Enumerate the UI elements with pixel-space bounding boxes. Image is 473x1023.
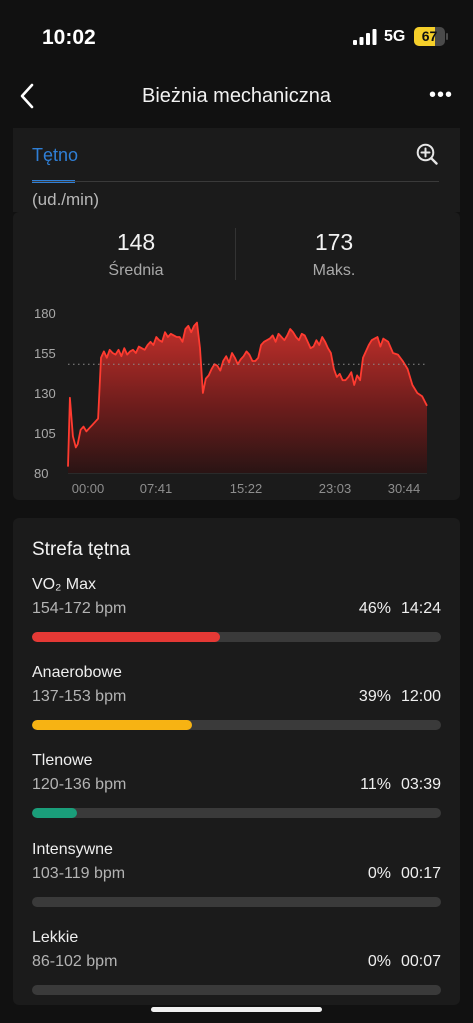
network-type: 5G <box>384 28 406 45</box>
chevron-left-icon[interactable] <box>14 80 44 112</box>
zone-range: 154-172 bpm <box>32 600 127 617</box>
zone-range: 137-153 bpm <box>32 688 127 705</box>
zone-aerobic: Tlenowe 120-136 bpm 11% 03:39 <box>0 752 473 840</box>
zoom-in-icon[interactable] <box>416 143 438 165</box>
zone-percent: 11% <box>360 776 391 793</box>
zone-percent: 39% <box>358 688 391 705</box>
zone-progress-fill <box>32 632 221 642</box>
zone-percent: 0% <box>367 865 391 882</box>
chart-y-tick: 80 <box>34 466 48 481</box>
battery-level: 67 <box>421 28 438 44</box>
max-hr-label: Maks. <box>312 262 356 279</box>
zone-anaerobic: Anaerobowe 137-153 bpm 39% 12:00 <box>0 664 473 752</box>
zone-name: Anaerobowe <box>32 664 122 681</box>
zone-progress-track <box>32 632 441 642</box>
heart-rate-chart[interactable]: 180 155 130 105 80 00:00 07:41 15:22 23:03 30:44 <box>13 295 460 500</box>
max-hr-value: 173 <box>314 229 354 255</box>
tab-divider <box>32 181 439 182</box>
zone-progress-track <box>32 985 441 995</box>
zone-light: Lekkie 86-102 bpm 0% 00:07 <box>0 929 473 1017</box>
zone-stats: 0% 00:17 <box>368 865 441 883</box>
chart-x-tick: 07:41 <box>140 481 173 496</box>
page-title: Bieżnia mechaniczna <box>142 85 331 107</box>
zone-stats: 11% 03:39 <box>360 776 441 794</box>
chart-x-tick: 30:44 <box>388 481 421 496</box>
status-bar: 10:02 5G 67 <box>0 0 473 72</box>
zone-stats: 46% 14:24 <box>359 600 441 618</box>
zone-stats: 0% 00:07 <box>368 953 441 971</box>
tab-heart-rate[interactable]: Tętno <box>32 145 78 166</box>
zone-progress-fill <box>32 808 77 818</box>
zone-time: 00:07 <box>400 953 441 970</box>
zones-title: Strefa tętna <box>32 539 131 560</box>
zone-stats: 39% 12:00 <box>359 688 441 706</box>
chart-x-tick: 15:22 <box>230 481 263 496</box>
zone-percent: 46% <box>358 600 391 617</box>
average-hr-value: 148 <box>116 229 156 255</box>
chart-x-tick: 00:00 <box>72 481 105 496</box>
more-horizontal-icon[interactable]: ••• <box>426 84 456 106</box>
cellular-signal-icon <box>353 29 377 45</box>
nav-bar: Bieżnia mechaniczna ••• <box>0 72 473 122</box>
zone-progress-track <box>32 720 441 730</box>
zone-progress-track <box>32 897 441 907</box>
zone-name: Tlenowe <box>32 752 93 769</box>
average-hr-label: Średnia <box>108 262 164 279</box>
chart-y-tick: 155 <box>34 346 56 361</box>
chart-y-tick: 130 <box>34 386 56 401</box>
zone-name: Intensywne <box>32 841 113 858</box>
zone-vo2max: VO₂ Max 154-172 bpm 46% 14:24 <box>0 576 473 664</box>
chart-x-tick: 23:03 <box>319 481 352 496</box>
status-time: 10:02 <box>42 26 96 49</box>
zone-percent: 0% <box>367 953 391 970</box>
zone-range: 86-102 bpm <box>32 953 118 970</box>
zone-progress-track <box>32 808 441 818</box>
battery-icon: 67 <box>414 27 448 46</box>
unit-label: (ud./min) <box>32 190 100 209</box>
zone-range: 120-136 bpm <box>32 776 127 793</box>
zone-range: 103-119 bpm <box>32 865 126 882</box>
zone-time: 00:17 <box>400 865 441 882</box>
chart-y-tick: 180 <box>34 306 56 321</box>
zone-time: 03:39 <box>400 776 441 793</box>
zone-time: 12:00 <box>400 688 441 705</box>
zone-name: Lekkie <box>32 929 79 946</box>
zone-intensive: Intensywne 103-119 bpm 0% 00:17 <box>0 841 473 929</box>
zone-time: 14:24 <box>400 600 441 617</box>
zone-name: VO₂ Max <box>32 576 96 593</box>
chart-y-tick: 105 <box>34 426 56 441</box>
chart-area <box>68 322 427 473</box>
zone-progress-fill <box>32 720 192 730</box>
stat-divider <box>235 228 236 280</box>
home-indicator[interactable] <box>151 1007 322 1012</box>
